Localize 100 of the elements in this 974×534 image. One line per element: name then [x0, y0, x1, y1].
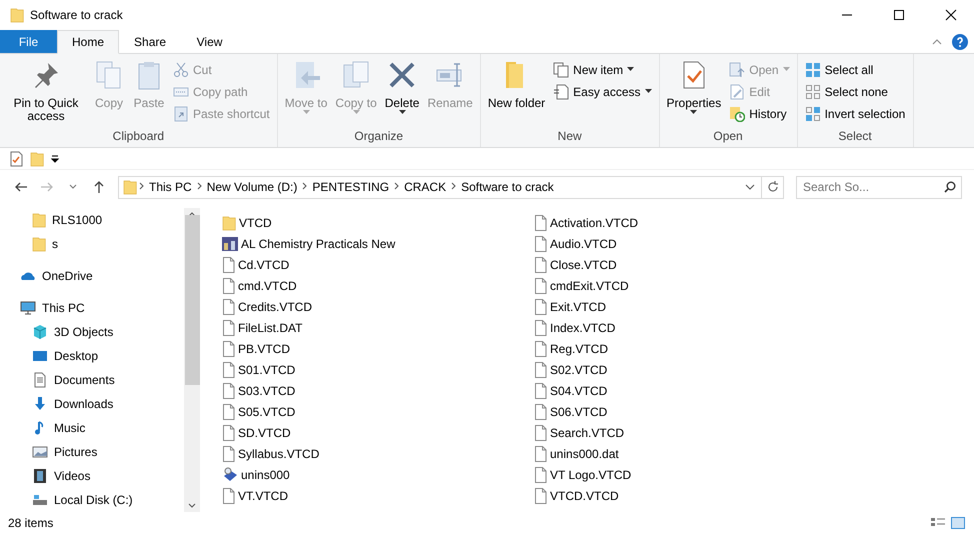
tiles-view-icon: [950, 516, 966, 530]
file-item[interactable]: S03.VTCD: [222, 380, 534, 401]
file-item[interactable]: PB.VTCD: [222, 338, 534, 359]
file-icon: [222, 362, 235, 378]
chevron-icon: [451, 182, 456, 190]
file-item[interactable]: Credits.VTCD: [222, 296, 534, 317]
file-icon: [534, 214, 547, 230]
file-icon: [534, 340, 547, 356]
file-item[interactable]: Cd.VTCD: [222, 254, 534, 275]
sidebar-item[interactable]: Music: [20, 416, 184, 440]
ribbon-button[interactable]: Pin to Quick access: [4, 57, 88, 129]
file-icon: [222, 488, 235, 504]
file-item[interactable]: S02.VTCD: [534, 359, 846, 380]
scrollbar[interactable]: [184, 208, 200, 512]
ribbon-button[interactable]: History: [726, 103, 793, 124]
monitor-icon: [20, 300, 36, 316]
breadcrumb[interactable]: PENTESTING: [309, 180, 392, 194]
file-item[interactable]: S05.VTCD: [222, 401, 534, 422]
sidebar-item[interactable]: 3D Objects: [20, 320, 184, 344]
refresh-icon: [766, 181, 778, 193]
ribbon-button[interactable]: Select all: [802, 59, 908, 80]
sidebar-item[interactable]: OneDrive: [20, 264, 184, 288]
chevron-icon: [139, 182, 144, 190]
folder-icon: [32, 236, 46, 252]
file-item[interactable]: Reg.VTCD: [534, 338, 846, 359]
item-count: 28 items: [8, 516, 54, 530]
file-item[interactable]: cmd.VTCD: [222, 275, 534, 296]
file-item[interactable]: unins000.dat: [534, 443, 846, 464]
window-title: Software to crack: [30, 8, 124, 22]
file-icon: [222, 340, 235, 356]
close-icon: [945, 9, 957, 21]
file-item[interactable]: Activation.VTCD: [534, 212, 846, 233]
file-icon: [222, 256, 235, 272]
desktop-icon: [32, 348, 48, 364]
ribbon-button[interactable]: Invert selection: [802, 103, 908, 124]
file-item[interactable]: Index.VTCD: [534, 317, 846, 338]
sidebar-item[interactable]: This PC: [20, 296, 184, 320]
sidebar-item[interactable]: Downloads: [20, 392, 184, 416]
shortcut-icon: [173, 106, 189, 122]
file-icon: [534, 278, 547, 294]
breadcrumb[interactable]: CRACK: [401, 180, 450, 194]
file-item[interactable]: Audio.VTCD: [534, 233, 846, 254]
sidebar-item[interactable]: s: [20, 232, 184, 256]
breadcrumb[interactable]: Software to crack: [458, 180, 557, 194]
file-item[interactable]: S06.VTCD: [534, 401, 846, 422]
sidebar-item[interactable]: Desktop: [20, 344, 184, 368]
file-icon: [534, 466, 547, 482]
sidebar-item[interactable]: Videos: [20, 464, 184, 488]
file-item[interactable]: FileList.DAT: [222, 317, 534, 338]
file-item[interactable]: Exit.VTCD: [534, 296, 846, 317]
ribbon-button[interactable]: Easy access: [550, 81, 655, 102]
sidebar-item[interactable]: Documents: [20, 368, 184, 392]
file-item[interactable]: S04.VTCD: [534, 380, 846, 401]
file-icon: [534, 488, 547, 504]
ribbon-button[interactable]: Select none: [802, 81, 908, 102]
breadcrumb[interactable]: This PC: [146, 180, 195, 194]
scissors-icon: [173, 62, 189, 78]
ribbon-tab[interactable]: Home: [57, 30, 120, 54]
maximize-icon: [893, 9, 905, 21]
file-icon: [534, 446, 547, 462]
ribbon-button[interactable]: New folder: [484, 57, 548, 129]
chevron-icon: [394, 182, 400, 190]
sidebar-item[interactable]: Local Disk (C:): [20, 488, 184, 512]
film-icon: [32, 468, 48, 484]
file-item[interactable]: S01.VTCD: [222, 359, 534, 380]
breadcrumb[interactable]: New Volume (D:): [204, 180, 300, 194]
file-item[interactable]: VTCD.VTCD: [534, 485, 846, 506]
ribbon-button[interactable]: New item: [550, 59, 655, 80]
file-icon: [222, 404, 235, 420]
file-item[interactable]: VT Logo.VTCD: [534, 464, 846, 485]
file-item[interactable]: VTCD: [222, 212, 534, 233]
search-field[interactable]: Search So...: [796, 176, 962, 198]
file-item[interactable]: SD.VTCD: [222, 422, 534, 443]
file-icon: [222, 382, 235, 398]
caret-icon: [745, 184, 755, 190]
up-arrow-icon: [92, 180, 106, 194]
file-item[interactable]: Syllabus.VTCD: [222, 443, 534, 464]
file-icon: [534, 298, 547, 314]
folder-icon: [10, 7, 24, 23]
file-item[interactable]: VT.VTCD: [222, 485, 534, 506]
file-item[interactable]: Close.VTCD: [534, 254, 846, 275]
group-label: Clipboard: [112, 129, 166, 145]
scrollbar-thumb[interactable]: [184, 215, 200, 385]
address-bar[interactable]: This PC New Volume (D:) PENTESTING CRACK Software to crack: [118, 176, 784, 198]
ribbon-button[interactable]: Delete: [382, 57, 422, 129]
sidebar-item[interactable]: RLS1000: [20, 208, 184, 232]
file-icon: [534, 320, 547, 336]
document-icon: [32, 372, 48, 388]
file-item[interactable]: AL Chemistry Practicals New: [222, 233, 534, 254]
sidebar-item[interactable]: Pictures: [20, 440, 184, 464]
file-item[interactable]: cmdExit.VTCD: [534, 275, 846, 296]
drive-icon: [32, 492, 48, 508]
file-menu-button[interactable]: File: [0, 30, 57, 53]
file-item[interactable]: Search.VTCD: [534, 422, 846, 443]
edit-icon: [729, 84, 746, 100]
file-item[interactable]: unins000: [222, 464, 534, 485]
search-icon: [944, 180, 956, 192]
properties-icon: [8, 150, 24, 166]
group-label: Organize: [353, 129, 404, 145]
ribbon-button[interactable]: Properties: [664, 57, 724, 129]
